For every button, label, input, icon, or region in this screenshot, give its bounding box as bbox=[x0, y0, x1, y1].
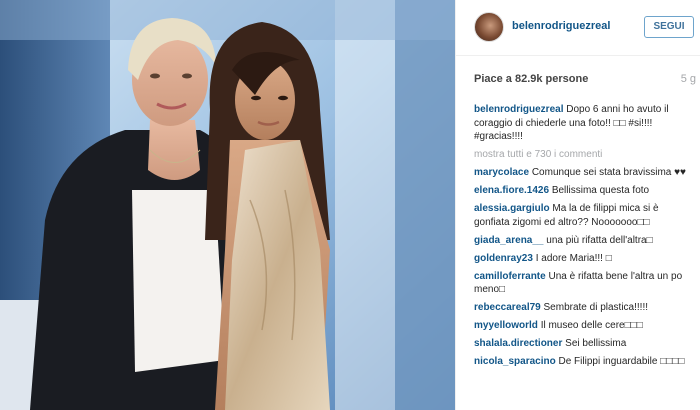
list-item: alessia.gargiulo Ma la de filippi mica s… bbox=[474, 202, 696, 229]
list-item: camilloferrante Una è rifatta bene l'alt… bbox=[474, 270, 696, 297]
comment-text: Sei bellissima bbox=[565, 338, 627, 349]
post-age[interactable]: 5 g bbox=[681, 73, 696, 85]
list-item: myyelloworld Il museo delle cere□□□ bbox=[474, 319, 696, 333]
avatar[interactable] bbox=[474, 12, 504, 42]
post-photo[interactable] bbox=[0, 0, 455, 410]
list-item: giada_arena__ una più rifatta dell'altra… bbox=[474, 234, 696, 248]
caption: belenrodriguezreal Dopo 6 anni ho avuto … bbox=[474, 103, 696, 144]
list-item: shalala.directioner Sei bellissima bbox=[474, 337, 696, 351]
list-item: nicola_sparacino De Filippi inguardabile… bbox=[474, 355, 696, 369]
comment-username[interactable]: camilloferrante bbox=[474, 271, 546, 282]
post-meta: Piace a 82.9k persone 5 g bbox=[474, 73, 696, 87]
comment-username[interactable]: alessia.gargiulo bbox=[474, 203, 550, 214]
comment-username[interactable]: giada_arena__ bbox=[474, 235, 544, 246]
comment-text: Bellissima questa foto bbox=[551, 185, 650, 196]
caption-username[interactable]: belenrodriguezreal bbox=[474, 104, 563, 115]
follow-button[interactable]: SEGUI bbox=[644, 16, 694, 38]
list-item: goldenray23 I adore Maria!!! □ bbox=[474, 252, 696, 266]
comment-username[interactable]: nicola_sparacino bbox=[474, 356, 556, 367]
comment-text: De Filippi inguardabile □□□□ bbox=[558, 356, 685, 367]
post-side-panel: belenrodriguezreal SEGUI Piace a 82.9k p… bbox=[455, 0, 700, 410]
comment-username[interactable]: marycolace bbox=[474, 167, 529, 178]
comment-username[interactable]: goldenray23 bbox=[474, 253, 533, 264]
comment-text: Il museo delle cere□□□ bbox=[540, 320, 643, 331]
list-item: marycolace Comunque sei stata bravissima… bbox=[474, 166, 696, 180]
likes-count[interactable]: Piace a 82.9k persone bbox=[474, 73, 588, 85]
comment-username[interactable]: rebeccareal79 bbox=[474, 302, 541, 313]
photo-of-two-women-image bbox=[0, 0, 455, 410]
comment-text: una più rifatta dell'altra□ bbox=[546, 234, 653, 246]
comment-username[interactable]: myyelloworld bbox=[474, 320, 538, 331]
comments-list: belenrodriguezreal Dopo 6 anni ho avuto … bbox=[474, 103, 696, 373]
comment-username[interactable]: shalala.directioner bbox=[474, 338, 562, 349]
post-header: belenrodriguezreal SEGUI bbox=[456, 0, 700, 56]
list-item: rebeccareal79 Sembrate di plastica!!!!! bbox=[474, 301, 696, 315]
list-item: elena.fiore.1426 Bellissima questa foto bbox=[474, 184, 696, 198]
comment-username[interactable]: elena.fiore.1426 bbox=[474, 185, 549, 196]
comment-text: Comunque sei stata bravissima ♥♥ bbox=[531, 167, 686, 178]
show-all-comments-link[interactable]: mostra tutti e 730 i commenti bbox=[474, 148, 696, 161]
author-username[interactable]: belenrodriguezreal bbox=[512, 20, 610, 32]
comment-text: I adore Maria!!! □ bbox=[535, 252, 612, 264]
comment-text: Sembrate di plastica!!!!! bbox=[543, 302, 649, 313]
